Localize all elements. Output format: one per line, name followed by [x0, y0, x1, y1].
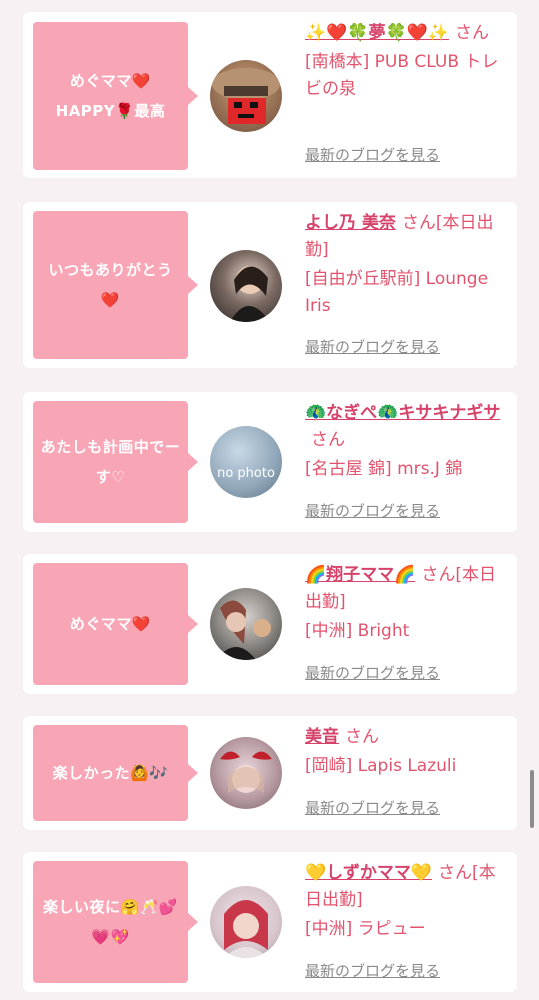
latest-blog-link[interactable]: 最新のブログを見る	[305, 144, 440, 165]
user-name-link[interactable]: ✨❤️🍀夢🍀❤️✨	[305, 23, 449, 43]
avatar[interactable]	[210, 886, 282, 958]
no-photo-label: no photo	[217, 466, 275, 481]
shop-name[interactable]: [岡崎] Lapis Lazuli	[305, 753, 510, 780]
message-text: あたしも計画中でーす♡	[40, 438, 181, 486]
shop-name[interactable]: [南橋本] PUB CLUB トレビの泉	[305, 49, 510, 103]
latest-blog-link[interactable]: 最新のブログを見る	[305, 336, 440, 357]
latest-blog-link[interactable]: 最新のブログを見る	[305, 797, 440, 818]
person-photo-icon	[224, 900, 268, 958]
message-text: 楽しい夜に🤗🥂💕💗💖	[42, 898, 179, 946]
message-bubble: 楽しい夜に🤗🥂💕💗💖	[33, 861, 198, 983]
avatar[interactable]	[210, 737, 282, 809]
user-name-link[interactable]: 🌈翔子ママ🌈	[305, 565, 415, 585]
comment-card: めぐママ❤️ HAPPY🌹最高 ✨❤️🍀夢🍀❤️✨ さん [南橋本] PUB CL…	[23, 12, 517, 178]
message-text: めぐママ❤️	[69, 615, 152, 633]
message-text: 楽しかった🙆🎶	[52, 764, 169, 782]
entry-info: よし乃 美奈 さん[本日出勤] [自由が丘駅前] Lounge Iris	[305, 210, 510, 320]
comment-card: 楽しかった🙆🎶 美音 さん [岡崎] Lapis Lazuli 最新のブログを見る	[23, 716, 517, 830]
avatar[interactable]: no photo	[210, 426, 282, 498]
user-name-link[interactable]: 美音	[305, 727, 339, 747]
comment-card: あたしも計画中でーす♡ no photo 🦚なぎぺ🦚キサキナギサさん [名古屋 …	[23, 392, 517, 532]
person-photo-icon	[216, 600, 271, 660]
hat-avatar-icon	[212, 68, 280, 124]
avatar[interactable]	[210, 60, 282, 132]
scrollbar[interactable]	[530, 770, 534, 828]
latest-blog-link[interactable]: 最新のブログを見る	[305, 662, 440, 683]
comment-card: 楽しい夜に🤗🥂💕💗💖 💛しずかママ💛 さん[本日出勤] [中洲] ラピュー 最新の…	[23, 852, 517, 992]
entry-info: 🌈翔子ママ🌈 さん[本日出勤] [中洲] Bright	[305, 562, 510, 645]
shop-name[interactable]: [中洲] Bright	[305, 618, 510, 645]
person-photo-icon	[220, 751, 272, 793]
entry-info: 美音 さん [岡崎] Lapis Lazuli	[305, 724, 510, 780]
message-text: めぐママ❤️ HAPPY🌹最高	[55, 72, 166, 120]
comment-card: めぐママ❤️ 🌈翔子ママ🌈 さん[本日出勤] [中洲] Bright 最新のブログ…	[23, 554, 517, 694]
shop-name[interactable]: [自由が丘駅前] Lounge Iris	[305, 266, 510, 320]
entry-info: 💛しずかママ💛 さん[本日出勤] [中洲] ラピュー	[305, 860, 510, 943]
message-bubble: めぐママ❤️	[33, 563, 198, 685]
message-bubble: めぐママ❤️ HAPPY🌹最高	[33, 22, 198, 170]
name-suffix: さん	[455, 23, 490, 43]
latest-blog-link[interactable]: 最新のブログを見る	[305, 960, 440, 981]
comment-card: いつもありがとう❤️ よし乃 美奈 さん[本日出勤] [自由が丘駅前] Loung…	[23, 202, 517, 368]
avatar[interactable]	[210, 588, 282, 660]
latest-blog-link[interactable]: 最新のブログを見る	[305, 500, 440, 521]
message-bubble: あたしも計画中でーす♡	[33, 401, 198, 523]
entry-info: 🦚なぎぺ🦚キサキナギサさん [名古屋 錦] mrs.J 錦	[305, 400, 510, 483]
entry-info: ✨❤️🍀夢🍀❤️✨ さん [南橋本] PUB CLUB トレビの泉	[305, 20, 510, 103]
message-bubble: いつもありがとう❤️	[33, 211, 198, 359]
shop-name[interactable]: [中洲] ラピュー	[305, 916, 510, 943]
name-suffix: さん	[345, 727, 379, 747]
message-text: いつもありがとう❤️	[48, 261, 173, 309]
person-photo-icon	[230, 266, 270, 322]
user-name-link[interactable]: 🦚なぎぺ🦚キサキナギサ	[305, 403, 500, 423]
name-suffix: さん	[311, 430, 345, 450]
user-name-link[interactable]: 💛しずかママ💛	[305, 863, 432, 883]
shop-name[interactable]: [名古屋 錦] mrs.J 錦	[305, 456, 510, 483]
avatar[interactable]	[210, 250, 282, 322]
message-bubble: 楽しかった🙆🎶	[33, 725, 198, 821]
user-name-link[interactable]: よし乃 美奈	[305, 213, 396, 233]
